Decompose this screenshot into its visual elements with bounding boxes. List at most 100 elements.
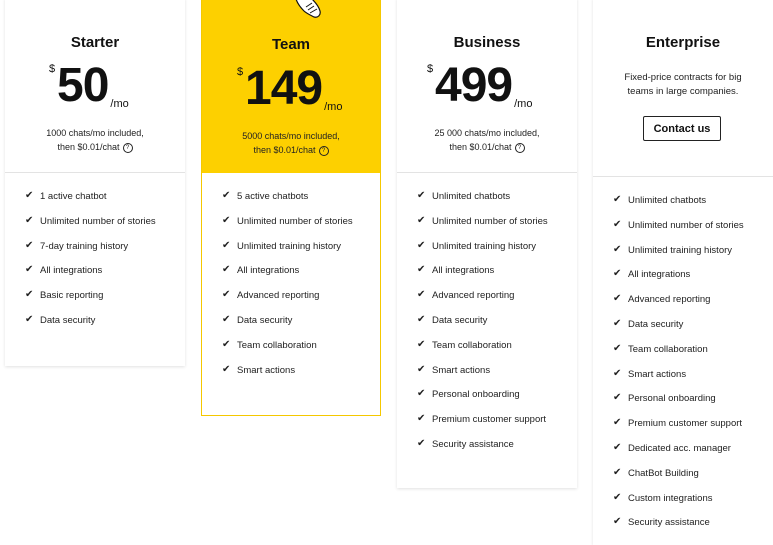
feature-item: ✔ Unlimited chatbots (417, 191, 577, 216)
feature-item: ✔ Team collaboration (222, 339, 380, 365)
feature-label: Team collaboration (432, 339, 512, 351)
plan-price: $499/mo (427, 60, 532, 112)
checkmark-icon: ✔ (613, 392, 622, 404)
feature-item: ✔ Unlimited training history (613, 243, 773, 270)
checkmark-icon: ✔ (222, 264, 231, 276)
checkmark-icon: ✔ (613, 268, 622, 280)
checkmark-icon: ✔ (613, 491, 622, 503)
plan-header: Team $149/mo 5000 chats/mo included, the… (202, 0, 380, 173)
plan-title: Starter (70, 34, 120, 51)
feature-label: Advanced reporting (237, 290, 320, 302)
checkmark-icon: ✔ (613, 293, 622, 305)
description-line: Fixed-price contracts for big (624, 72, 742, 83)
feature-label: Unlimited number of stories (40, 215, 156, 227)
question-mark-icon[interactable]: ? (122, 142, 133, 153)
currency-symbol: $ (237, 66, 244, 78)
feature-item: ✔ Security assistance (613, 517, 773, 542)
plan-title: Business (453, 34, 521, 51)
feature-label: Data security (40, 314, 96, 326)
feature-label: Security assistance (628, 517, 710, 529)
plan-card-team: Team $149/mo 5000 chats/mo included, the… (201, 0, 381, 416)
price-amount: 499 (435, 59, 513, 112)
feature-item: ✔ All integrations (25, 265, 185, 290)
feature-item: ✔ Personal onboarding (613, 393, 773, 418)
checkmark-icon: ✔ (417, 264, 426, 276)
checkmark-icon: ✔ (417, 363, 426, 375)
included-chats: 5000 chats/mo included, then $0.01/chat? (202, 129, 380, 157)
feature-label: ChatBot Building (628, 467, 699, 479)
feature-label: Data security (628, 318, 684, 330)
checkmark-icon: ✔ (613, 194, 622, 205)
feature-item: ✔ Unlimited number of stories (25, 215, 185, 241)
feature-label: Security assistance (432, 438, 514, 450)
checkmark-icon: ✔ (222, 363, 231, 375)
plan-title: Team (271, 36, 311, 53)
feature-label: Smart actions (432, 364, 491, 376)
checkmark-icon: ✔ (417, 413, 426, 425)
feature-list: ✔ Unlimited chatbots ✔ Unlimited number of … (593, 177, 773, 542)
feature-item: ✔ Data security (25, 313, 185, 340)
feature-label: 5 active chatbots (237, 191, 309, 202)
feature-label: Dedicated acc. manager (628, 442, 731, 454)
feature-item: ✔ Unlimited training history (222, 239, 380, 266)
feature-item: ✔ Personal onboarding (417, 389, 577, 414)
overage-line: then $0.01/chat (449, 142, 512, 152)
feature-label: Unlimited training history (628, 244, 733, 256)
plan-header: Business $499/mo 25 000 chats/mo include… (397, 0, 577, 173)
checkmark-icon: ✔ (613, 317, 622, 329)
feature-label: Smart actions (628, 368, 687, 380)
feature-label: Personal onboarding (628, 393, 716, 405)
feature-item: ✔ Advanced reporting (417, 290, 577, 315)
plan-description: Fixed-price contracts for big teams in l… (603, 71, 763, 99)
feature-label: Data security (237, 314, 293, 326)
feature-item: ✔ 7-day training history (25, 239, 185, 266)
feature-label: All integrations (40, 265, 103, 277)
question-mark-icon[interactable]: ? (514, 142, 525, 153)
feature-item: ✔ Premium customer support (613, 418, 773, 443)
currency-symbol: $ (427, 63, 434, 75)
checkmark-icon: ✔ (417, 388, 426, 400)
checkmark-icon: ✔ (222, 289, 231, 301)
price-period: /mo (110, 98, 129, 110)
question-mark-icon[interactable]: ? (318, 145, 329, 156)
feature-item: ✔ Smart actions (613, 367, 773, 394)
feature-label: Unlimited training history (432, 240, 537, 252)
checkmark-icon: ✔ (613, 466, 622, 478)
overage-line: then $0.01/chat (57, 142, 120, 152)
feature-item: ✔ Advanced reporting (222, 290, 380, 315)
plan-header: Enterprise Fixed-price contracts for big… (593, 0, 773, 177)
feature-item: ✔ Security assistance (417, 438, 577, 464)
included-line: 5000 chats/mo included, (242, 131, 340, 141)
feature-list: ✔ 5 active chatbots ✔ Unlimited number of s… (202, 173, 380, 389)
contact-us-button[interactable]: Contact us (643, 116, 721, 141)
plan-card-business: Business $499/mo 25 000 chats/mo include… (397, 0, 577, 488)
feature-label: Unlimited chatbots (432, 191, 511, 202)
feature-list: ✔ 1 active chatbot ✔ Unlimited number of st… (5, 173, 185, 340)
included-line: 1000 chats/mo included, (46, 128, 144, 138)
included-chats: 25 000 chats/mo included, then $0.01/cha… (397, 126, 577, 154)
feature-label: Unlimited number of stories (628, 219, 744, 231)
feature-item: ✔ 1 active chatbot (25, 191, 185, 216)
feature-item: ✔ All integrations (417, 265, 577, 290)
feature-label: All integrations (628, 269, 691, 281)
feature-item: ✔ Dedicated acc. manager (613, 442, 773, 468)
plan-card-enterprise: Enterprise Fixed-price contracts for big… (593, 0, 773, 545)
feature-label: All integrations (432, 265, 495, 277)
feature-label: Team collaboration (237, 339, 317, 351)
feature-item: ✔ Advanced reporting (613, 294, 773, 319)
checkmark-icon: ✔ (222, 190, 231, 201)
feature-item: ✔ Smart actions (417, 363, 577, 390)
checkmark-icon: ✔ (417, 289, 426, 301)
checkmark-icon: ✔ (613, 367, 622, 379)
checkmark-icon: ✔ (25, 239, 34, 251)
feature-label: 7-day training history (40, 240, 129, 252)
feature-item: ✔ Data security (222, 314, 380, 340)
plan-price: $50/mo (49, 60, 129, 112)
checkmark-icon: ✔ (222, 239, 231, 251)
feature-item: ✔ ChatBot Building (613, 466, 773, 493)
feature-label: 1 active chatbot (40, 191, 107, 202)
checkmark-icon: ✔ (25, 289, 34, 301)
plan-header: Starter $50/mo 1000 chats/mo included, t… (5, 0, 185, 173)
checkmark-icon: ✔ (25, 313, 34, 325)
checkmark-icon: ✔ (613, 243, 622, 255)
